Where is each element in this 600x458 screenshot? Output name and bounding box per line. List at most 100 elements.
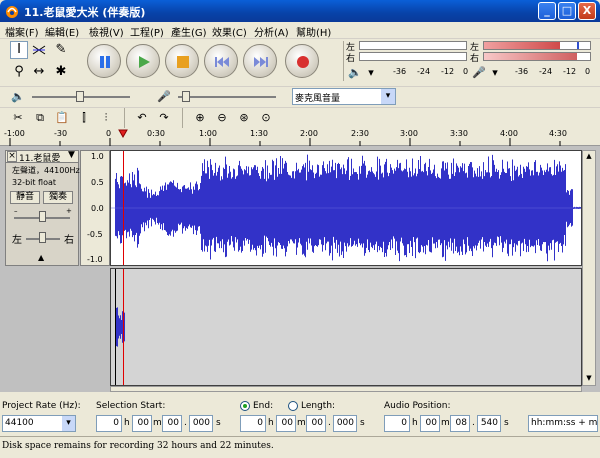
start-ms-field[interactable]: 000 [189, 415, 213, 432]
rec-meter-tick: -24 [539, 67, 553, 76]
mic-icon[interactable]: 🎤 [471, 65, 487, 81]
chevron-down-icon[interactable]: ▾ [381, 89, 395, 104]
scale-label: 0.5 [91, 178, 104, 187]
empty-track-area[interactable] [110, 268, 582, 386]
mute-button[interactable]: 靜音 [10, 191, 40, 204]
rec-meter-left-bar [483, 41, 591, 50]
cut-icon[interactable]: ✂ [10, 110, 26, 126]
menu-file[interactable]: 檔案(F) [5, 24, 39, 39]
play-button[interactable] [126, 44, 160, 78]
unit-m: m [297, 418, 306, 428]
waveform-view[interactable] [110, 150, 582, 266]
track-name[interactable]: 11.老鼠愛 [19, 151, 60, 164]
pos-minutes-field: 00 [420, 415, 440, 432]
scale-label: -0.5 [87, 230, 103, 239]
title-bar: 11.老鼠愛大米 (伴奏版) _ □ X [0, 0, 600, 22]
skip-start-button[interactable] [204, 44, 238, 78]
meter-separator [343, 41, 344, 81]
input-volume-thumb[interactable] [182, 91, 190, 102]
redo-icon[interactable]: ↷ [156, 110, 172, 126]
end-seconds-field[interactable]: 00 [306, 415, 326, 432]
undo-icon[interactable]: ↶ [134, 110, 150, 126]
rec-meter-tick: -36 [515, 67, 529, 76]
length-radio[interactable] [288, 401, 298, 411]
maximize-button[interactable]: □ [558, 2, 576, 20]
silence-icon[interactable]: ⫶ [98, 110, 114, 126]
menu-view[interactable]: 檢視(V) [89, 24, 124, 39]
rec-meter-right-fill [484, 53, 578, 60]
menu-project[interactable]: 工程(P) [130, 24, 164, 39]
paste-icon[interactable]: 📋 [54, 110, 70, 126]
scroll-down-icon[interactable]: ▼ [584, 374, 594, 384]
pause-button[interactable] [87, 44, 121, 78]
end-radio-dot [243, 404, 247, 408]
track-channel-info: 左聲道，44100Hz [12, 166, 80, 175]
pos-ms-field: 540 [477, 415, 501, 432]
draw-tool-icon[interactable]: ✎ [52, 41, 70, 59]
end-ms-field[interactable]: 000 [333, 415, 357, 432]
menu-help[interactable]: 幫助(H) [296, 24, 331, 39]
zoom-out-icon[interactable]: ⊖ [214, 110, 230, 126]
edit-toolbar: ✂ ⧉ 📋 ⫿ ⫶ ↶ ↷ ⊕ ⊖ ⊛ ⊙ [0, 107, 600, 128]
pos-hours-field: 0 [384, 415, 410, 432]
close-button[interactable]: X [578, 2, 596, 20]
chevron-down-icon[interactable]: ▾ [62, 416, 75, 431]
fit-project-icon[interactable]: ⊙ [258, 110, 274, 126]
start-minutes-field[interactable]: 00 [132, 415, 152, 432]
gain-max-icon: + [66, 207, 72, 215]
menu-analyze[interactable]: 分析(A) [254, 24, 289, 39]
gain-thumb[interactable] [39, 211, 46, 222]
zoom-in-icon[interactable]: ⊕ [192, 110, 208, 126]
menu-bar: 檔案(F) 編輯(E) 檢視(V) 工程(P) 產生(G) 效果(C) 分析(A… [0, 22, 600, 39]
selection-tool-icon[interactable]: I [10, 41, 28, 59]
collapse-track-icon[interactable]: ▲ [38, 253, 44, 262]
input-source-select[interactable]: 麥克風音量 ▾ [292, 88, 396, 105]
unit-s: s [216, 418, 221, 428]
stop-button[interactable] [165, 44, 199, 78]
rec-meter-dropdown-icon[interactable]: ▾ [487, 65, 503, 81]
menu-generate[interactable]: 產生(G) [171, 24, 207, 39]
menu-effect[interactable]: 效果(C) [212, 24, 247, 39]
separator [124, 108, 125, 128]
playback-cursor [123, 151, 124, 265]
ruler-label: 3:30 [450, 129, 468, 138]
horizontal-scrollbar[interactable] [110, 386, 582, 392]
play-meter-dropdown-icon[interactable]: ▾ [363, 65, 379, 81]
project-rate-value: 44100 [5, 418, 34, 428]
timeline-ruler[interactable]: -1:00 -30 0 0:30 1:00 1:30 2:00 2:30 3:0… [0, 128, 600, 146]
play-position-marker-icon[interactable] [118, 129, 128, 138]
time-format-select[interactable]: hh:mm:ss + milliseconds [528, 415, 598, 432]
track-menu-dropdown-icon[interactable]: ▼ [68, 150, 75, 160]
multi-tool-icon[interactable]: ✱ [52, 63, 70, 81]
input-volume-slider[interactable] [178, 96, 276, 98]
scroll-up-icon[interactable]: ▲ [584, 152, 594, 162]
minimize-button[interactable]: _ [538, 2, 556, 20]
output-volume-thumb[interactable] [76, 91, 84, 102]
speaker-icon[interactable]: 🔈 [347, 65, 363, 81]
start-hours-field[interactable]: 0 [96, 415, 122, 432]
end-minutes-field[interactable]: 00 [276, 415, 296, 432]
start-seconds-field[interactable]: 00 [162, 415, 182, 432]
menu-edit[interactable]: 編輯(E) [45, 24, 79, 39]
solo-button[interactable]: 獨奏 [43, 191, 73, 204]
trim-icon[interactable]: ⫿ [76, 110, 92, 126]
record-button[interactable] [285, 44, 319, 78]
pan-thumb[interactable] [39, 232, 46, 243]
timeshift-tool-icon[interactable]: ↔ [30, 63, 48, 81]
fit-selection-icon[interactable]: ⊛ [236, 110, 252, 126]
rec-meter-left-fill [484, 42, 561, 49]
ruler-label: 2:30 [351, 129, 369, 138]
play-meter-tick: -24 [417, 67, 431, 76]
rec-meter-left-peak [577, 42, 580, 49]
skip-end-button[interactable] [243, 44, 277, 78]
end-radio[interactable] [240, 401, 250, 411]
project-rate-select[interactable]: 44100 ▾ [2, 415, 76, 432]
vertical-scrollbar[interactable]: ▲ ▼ [582, 150, 596, 386]
copy-icon[interactable]: ⧉ [32, 110, 48, 126]
play-meter-right-bar [359, 52, 467, 61]
unit-m: m [153, 418, 162, 428]
end-hours-field[interactable]: 0 [240, 415, 266, 432]
track-close-icon[interactable]: × [7, 151, 17, 162]
envelope-tool-icon[interactable] [30, 41, 48, 59]
zoom-tool-icon[interactable]: ⚲ [10, 63, 28, 81]
